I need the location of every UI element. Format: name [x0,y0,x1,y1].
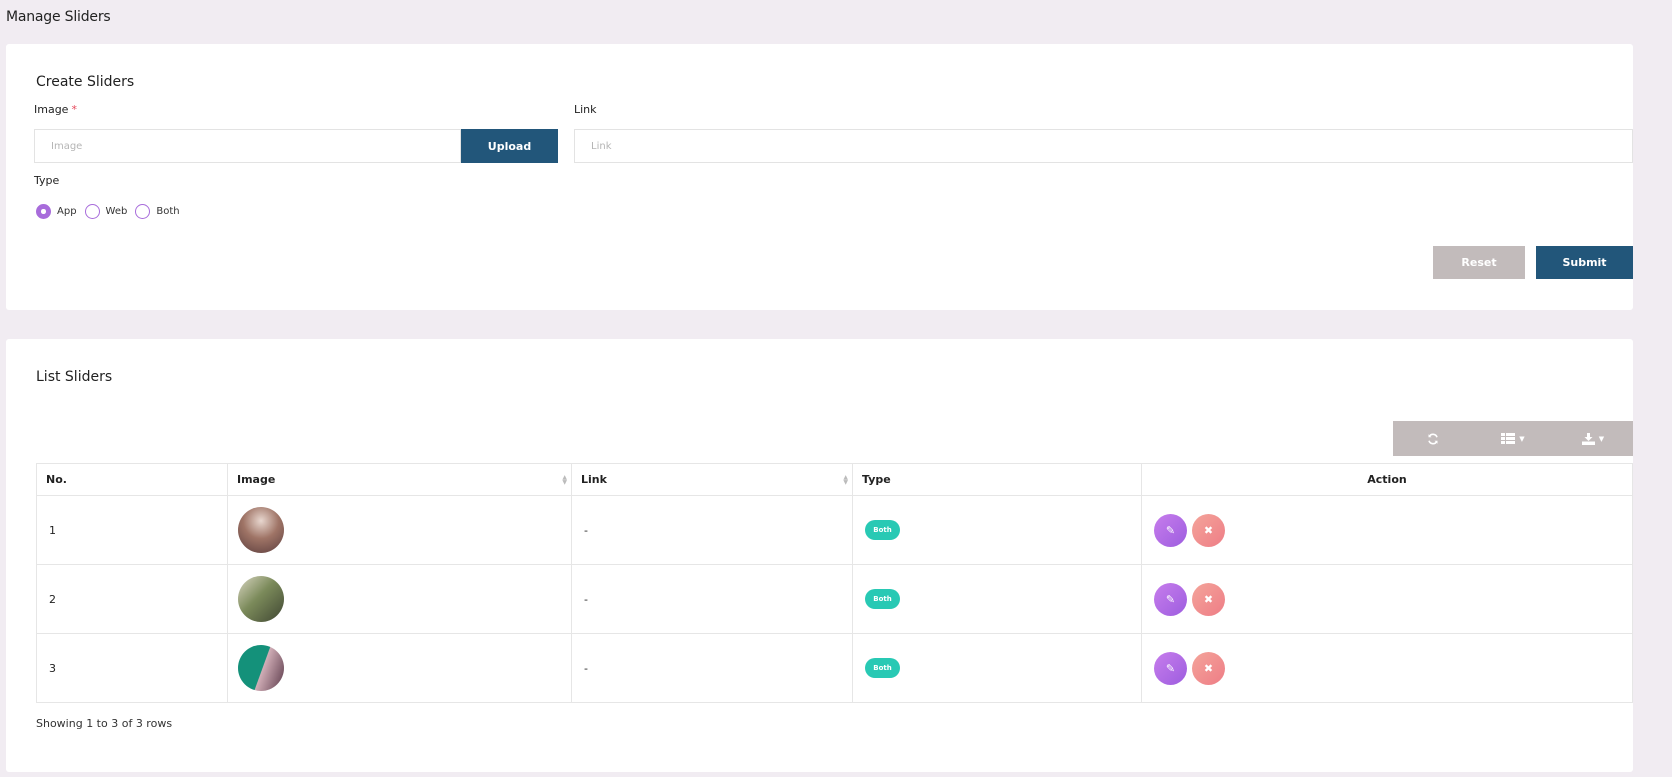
type-badge: Both [865,589,900,609]
cell-image [227,564,572,634]
list-sliders-title: List Sliders [36,369,113,385]
type-radio-group: App Web Both [36,204,188,219]
radio-both-label: Both [156,206,180,217]
slider-thumbnail[interactable] [238,576,284,622]
close-icon: ✖ [1203,523,1214,537]
columns-icon [1501,433,1516,444]
list-sliders-card: List Sliders ▼ ▼ No. Image ▲ ▼ Link ▲ ▼ … [6,339,1633,772]
delete-button[interactable]: ✖ [1192,651,1225,685]
slider-thumbnail[interactable] [238,645,284,691]
link-input[interactable] [574,129,1633,163]
type-option-app[interactable]: App [36,204,77,219]
type-badge: Both [865,658,900,678]
table-toolbar: ▼ ▼ [1393,421,1633,456]
col-link-label: Link [581,473,607,486]
radio-app-label: App [57,206,77,217]
close-icon: ✖ [1203,661,1214,675]
edit-button[interactable]: ✎ [1154,582,1187,616]
caret-down-icon: ▼ [1598,434,1605,443]
cell-action: ✎ ✖ [1141,564,1633,634]
columns-button[interactable]: ▼ [1473,421,1553,456]
upload-button[interactable]: Upload [461,129,558,163]
cell-link: - [571,495,853,565]
col-action: Action [1141,463,1633,496]
cell-type: Both [852,495,1142,565]
cell-link: - [571,633,853,703]
col-no: No. [36,463,228,496]
cell-action: ✎ ✖ [1141,495,1633,565]
col-type: Type [852,463,1142,496]
slider-thumbnail[interactable] [238,507,284,553]
delete-button[interactable]: ✖ [1192,513,1225,547]
table-row: 1 - Both ✎ ✖ [36,495,1633,565]
caret-down-icon: ▼ [1519,434,1525,443]
download-icon [1581,432,1595,445]
cell-link: - [571,564,853,634]
table-header-row: No. Image ▲ ▼ Link ▲ ▼ Type Action [36,463,1633,496]
cell-no: 3 [36,633,228,703]
type-badge: Both [865,520,900,540]
create-sliders-title: Create Sliders [36,74,135,90]
cell-no: 1 [36,495,228,565]
edit-icon: ✎ [1165,592,1176,606]
submit-button[interactable]: Submit [1536,246,1633,279]
refresh-icon [1428,433,1438,444]
cell-no: 2 [36,564,228,634]
radio-both[interactable] [135,204,151,219]
image-field-label: Image * [34,103,77,116]
cell-image [227,495,572,565]
type-option-both[interactable]: Both [135,204,180,219]
col-image-label: Image [237,473,276,486]
type-option-web[interactable]: Web [84,204,128,219]
reset-button[interactable]: Reset [1433,246,1525,279]
delete-button[interactable]: ✖ [1192,582,1225,616]
cell-type: Both [852,564,1142,634]
cell-image [227,633,572,703]
radio-web-label: Web [105,206,128,217]
link-field-label: Link [574,103,597,116]
edit-icon: ✎ [1165,661,1176,675]
cell-action: ✎ ✖ [1141,633,1633,703]
pagination-info: Showing 1 to 3 of 3 rows [36,717,173,730]
col-link[interactable]: Link ▲ ▼ [571,463,853,496]
radio-app[interactable] [36,204,51,219]
close-icon: ✖ [1203,592,1214,606]
radio-web[interactable] [84,204,100,219]
sliders-table: No. Image ▲ ▼ Link ▲ ▼ Type Action 1 - Bot… [36,463,1633,703]
cell-type: Both [852,633,1142,703]
type-field-label: Type [34,174,60,187]
edit-icon: ✎ [1165,523,1176,537]
table-row: 2 - Both ✎ ✖ [36,564,1633,634]
image-label-text: Image [34,103,69,116]
sort-icon: ▲ ▼ [843,474,848,486]
export-button[interactable]: ▼ [1553,421,1633,456]
col-image[interactable]: Image ▲ ▼ [227,463,572,496]
image-input[interactable] [34,129,461,163]
refresh-button[interactable] [1393,421,1473,456]
required-mark: * [71,103,77,116]
table-row: 3 - Both ✎ ✖ [36,633,1633,703]
edit-button[interactable]: ✎ [1154,513,1187,547]
sort-icon: ▲ ▼ [562,474,567,486]
create-sliders-card: Create Sliders Image* Upload Link Type A… [6,44,1633,310]
edit-button[interactable]: ✎ [1154,651,1187,685]
page-title: Manage Sliders [6,9,111,25]
